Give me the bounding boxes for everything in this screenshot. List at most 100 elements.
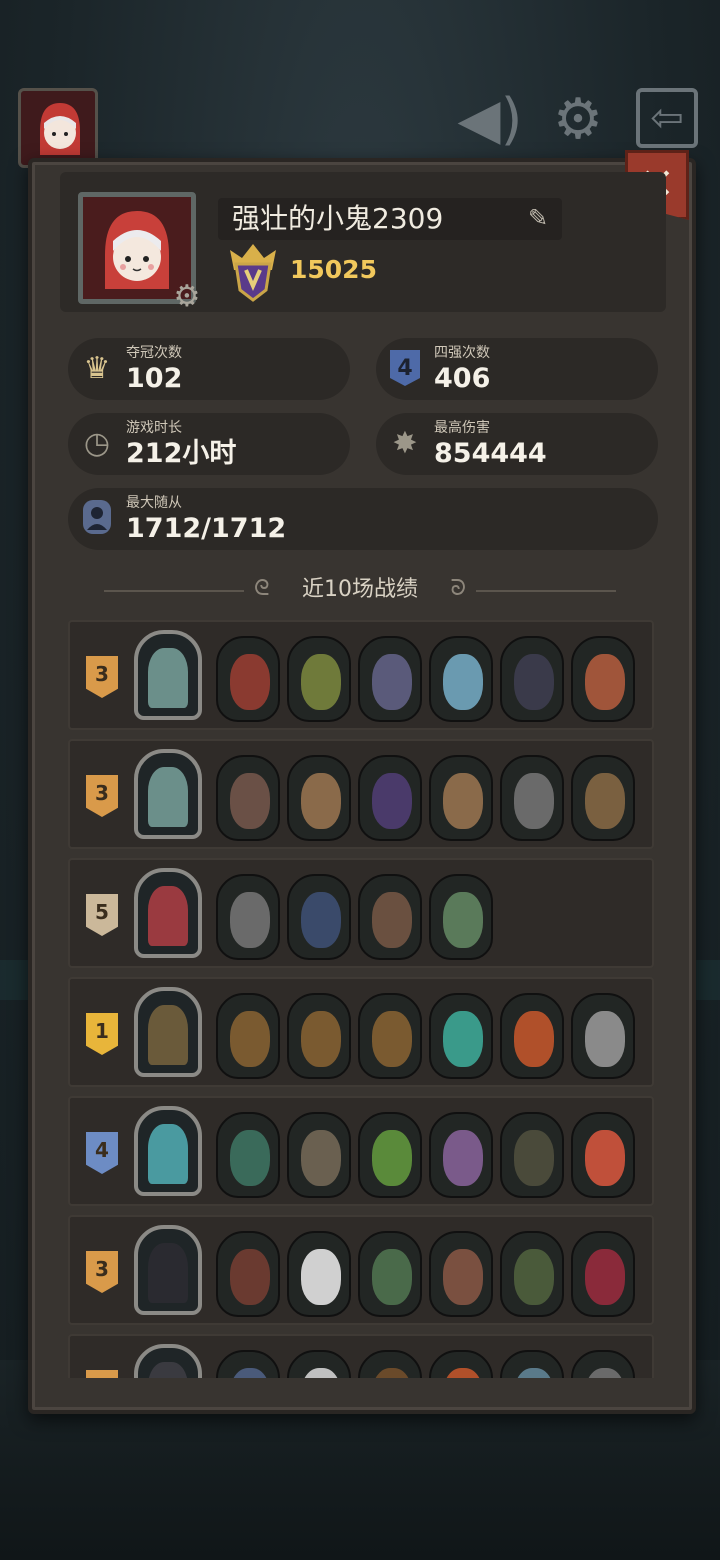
stat-label: 四强次数 [434, 345, 490, 361]
speaker-icon[interactable]: ◀) [455, 88, 525, 152]
minion-card[interactable] [500, 636, 564, 722]
minion-card[interactable] [500, 1112, 564, 1198]
minion-card[interactable] [358, 1350, 422, 1378]
minion-card[interactable] [216, 1112, 280, 1198]
minion-figure [585, 773, 625, 829]
minion-card[interactable] [571, 993, 635, 1079]
hero-figure [148, 1124, 188, 1184]
minion-figure [372, 1368, 412, 1378]
minion-card[interactable] [429, 1112, 493, 1198]
edit-pencil-icon[interactable]: ✎ [524, 204, 552, 232]
top-player-avatar[interactable] [18, 88, 98, 168]
minion-card[interactable] [358, 993, 422, 1079]
minion-card[interactable] [287, 874, 351, 960]
crown-icon: ♛ [83, 351, 111, 386]
minion-card[interactable] [287, 755, 351, 841]
minion-figure [443, 892, 483, 948]
placement-badge: 4 [86, 1132, 118, 1174]
minion-card[interactable] [216, 636, 280, 722]
minion-card[interactable] [500, 755, 564, 841]
minion-card[interactable] [571, 755, 635, 841]
swirl-ornament-icon: ᘐ [450, 576, 467, 601]
minion-figure [301, 1368, 341, 1378]
minion-card[interactable] [287, 1231, 351, 1317]
hero-figure [148, 1362, 188, 1378]
minion-card[interactable] [216, 755, 280, 841]
minion-slot-icon [76, 498, 118, 540]
minion-card[interactable] [429, 874, 493, 960]
minion-figure [372, 654, 412, 710]
minion-card[interactable] [571, 1350, 635, 1378]
hero-portrait[interactable] [134, 868, 202, 958]
match-row[interactable]: 1 [68, 977, 654, 1087]
stat-playtime: ◷ 游戏时长 212小时 [68, 413, 350, 475]
minion-card[interactable] [358, 1231, 422, 1317]
minion-figure [585, 1011, 625, 1067]
hero-portrait[interactable] [134, 987, 202, 1077]
minion-figure [585, 654, 625, 710]
red-hood-girl-icon [40, 103, 80, 155]
minion-card[interactable] [287, 1350, 351, 1378]
minion-card[interactable] [216, 874, 280, 960]
stat-label: 最高伤害 [434, 420, 490, 436]
minion-card[interactable] [571, 636, 635, 722]
hero-portrait[interactable] [134, 1106, 202, 1196]
exit-icon[interactable]: ⇦ [636, 88, 698, 148]
minion-card[interactable] [500, 993, 564, 1079]
rank-crest-icon [230, 244, 276, 302]
damage-burst-icon: ✸ [392, 426, 418, 461]
minion-card[interactable] [429, 1231, 493, 1317]
minion-card[interactable] [358, 636, 422, 722]
match-row[interactable]: 5 [68, 858, 654, 968]
hero-portrait[interactable] [134, 1225, 202, 1315]
minion-card[interactable] [216, 1231, 280, 1317]
minion-card[interactable] [429, 993, 493, 1079]
minion-card[interactable] [358, 755, 422, 841]
minion-figure [230, 892, 270, 948]
avatar-settings-gear-icon[interactable]: ⚙ [170, 280, 204, 314]
stat-value: 854444 [434, 438, 547, 469]
match-row[interactable]: 3 [68, 739, 654, 849]
minion-card[interactable] [500, 1350, 564, 1378]
minion-figure [514, 1011, 554, 1067]
placement-badge: 1 [86, 1013, 118, 1055]
player-name: 强壮的小鬼2309 [232, 202, 444, 235]
hero-portrait[interactable] [134, 749, 202, 839]
gear-icon[interactable]: ⚙ [543, 88, 613, 152]
minion-figure [230, 773, 270, 829]
minion-card[interactable] [571, 1231, 635, 1317]
hero-portrait[interactable] [134, 630, 202, 720]
match-row[interactable]: 3 [68, 620, 654, 730]
minion-card[interactable] [216, 1350, 280, 1378]
match-row[interactable] [68, 1334, 654, 1378]
hero-figure [148, 886, 188, 946]
minion-figure [230, 1249, 270, 1305]
minion-card[interactable] [500, 1231, 564, 1317]
minion-figure [514, 1130, 554, 1186]
minion-card[interactable] [429, 636, 493, 722]
minion-figure [514, 1368, 554, 1378]
hero-figure [148, 1005, 188, 1065]
minion-card[interactable] [216, 993, 280, 1079]
match-history-list[interactable]: 3 3 5 1 4 3 [68, 620, 654, 1378]
minion-card[interactable] [287, 993, 351, 1079]
hero-figure [148, 767, 188, 827]
minion-card[interactable] [429, 1350, 493, 1378]
rank-score: 15025 [290, 255, 377, 284]
minion-figure [301, 773, 341, 829]
minion-card[interactable] [571, 1112, 635, 1198]
match-row[interactable]: 4 [68, 1096, 654, 1206]
svg-text:4: 4 [397, 356, 412, 381]
minion-card[interactable] [287, 636, 351, 722]
minion-card[interactable] [358, 1112, 422, 1198]
hero-portrait[interactable] [134, 1344, 202, 1378]
placement-badge: 3 [86, 775, 118, 817]
minion-figure [443, 773, 483, 829]
minion-figure [443, 654, 483, 710]
minion-card[interactable] [429, 755, 493, 841]
minion-card[interactable] [358, 874, 422, 960]
match-row[interactable]: 3 [68, 1215, 654, 1325]
minion-card[interactable] [287, 1112, 351, 1198]
stat-label: 最大随从 [126, 495, 182, 511]
minion-figure [230, 1368, 270, 1378]
